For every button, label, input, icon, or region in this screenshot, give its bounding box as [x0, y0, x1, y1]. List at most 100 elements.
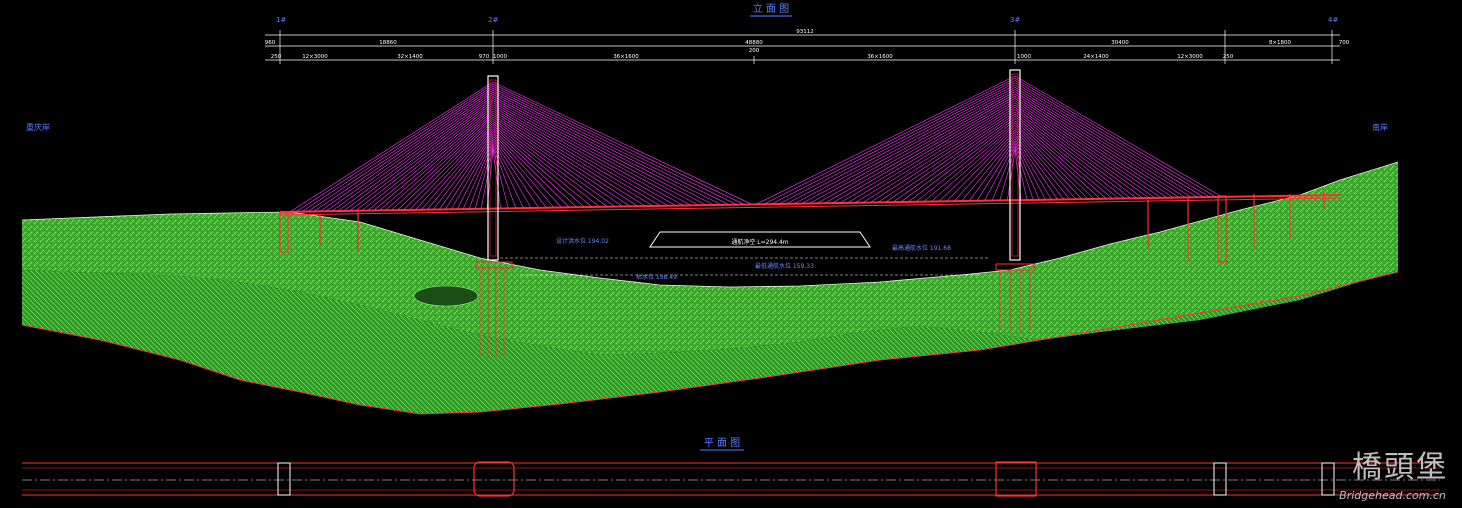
dim-sub-mid-0: 36×1600 — [613, 54, 639, 60]
stay-cable — [832, 98, 1016, 204]
pier-label-3: 3# — [1010, 16, 1020, 24]
stay-cable — [793, 86, 1016, 205]
stay-cable — [480, 147, 494, 209]
stay-cable — [492, 83, 745, 205]
dim-sub-right-2: 12×3000 — [1177, 54, 1203, 60]
stay-cable — [492, 102, 676, 206]
bridge-deck — [279, 194, 1341, 216]
dim-sub-left-3: 970 — [479, 54, 490, 60]
stay-cable — [492, 100, 684, 206]
dim-right-tail: 8×1800 — [1269, 40, 1292, 46]
stay-cable — [778, 82, 1016, 205]
stay-cable — [492, 114, 631, 207]
watermark-url: Bridgehead.com.cn — [1339, 489, 1446, 502]
stay-cable — [1014, 100, 1156, 199]
elevation-title: 立 面 图 — [753, 2, 789, 15]
dim-sub-mid-1: 200 — [749, 48, 760, 54]
stay-cable — [343, 100, 494, 212]
drawing-canvas: 通航净空 L=294.4m 设计洪水位 194.02 最高通航水位 191.68… — [0, 0, 1462, 504]
stay-cable — [908, 120, 1016, 203]
stay-cables — [289, 75, 1223, 213]
stay-cable — [1014, 84, 1198, 198]
stay-cable — [763, 77, 1016, 205]
stay-cable — [999, 147, 1016, 201]
stay-cable — [331, 96, 494, 212]
stay-cable — [1014, 91, 1180, 198]
stay-cable — [946, 131, 1016, 202]
stay-cable — [915, 122, 1016, 203]
dim-sub-right-3: 250 — [1223, 54, 1234, 60]
clearance-label: 通航净空 L=294.4m — [731, 238, 788, 246]
pier-label-4: 4# — [1328, 16, 1338, 24]
stay-cable — [492, 112, 638, 207]
dim-sub-left-4: 1000 — [493, 54, 507, 60]
stay-cable — [1007, 149, 1016, 201]
stay-cable — [492, 92, 715, 206]
dimension-text: 93112 18860 48880 30400 960 700 8×1800 2… — [265, 29, 1350, 60]
stay-cable — [492, 147, 509, 209]
stay-cable — [492, 89, 722, 206]
stay-cable — [492, 149, 501, 209]
stay-cable — [824, 95, 1016, 204]
stay-cable — [1014, 95, 1168, 199]
stay-cable — [1014, 113, 1119, 199]
plan-tower-right — [995, 461, 1037, 497]
design-flood-label: 设计洪水位 194.02 — [556, 237, 609, 245]
dim-left-end: 960 — [265, 40, 276, 46]
stay-cable — [1014, 102, 1150, 199]
stay-cable — [492, 125, 593, 208]
stay-cable — [492, 129, 577, 208]
low-water-label: 枯水位 158.49 — [636, 273, 677, 281]
stay-cable — [870, 109, 1016, 203]
navigation-low-label: 最低通航水位 159.33 — [755, 262, 814, 270]
stay-cable — [319, 92, 494, 212]
stay-cable — [289, 81, 494, 213]
stay-cable — [295, 83, 494, 212]
dim-sub-right-1: 24×1400 — [1083, 54, 1109, 60]
bridge-elevation-drawing: 通航净空 L=294.4m 设计洪水位 194.02 最高通航水位 191.68… — [21, 2, 1440, 497]
stay-cable — [961, 136, 1016, 202]
dim-span-3: 30400 — [1111, 40, 1129, 46]
dim-sub-left-2: 32×1400 — [397, 54, 423, 60]
stay-cable — [361, 106, 494, 211]
watermark-brand: 橋頭堡 — [1352, 450, 1448, 485]
plan-view — [22, 461, 1440, 497]
pier-markers: 1# 2# 3# 4# — [276, 16, 1338, 24]
pier-label-2: 2# — [488, 16, 498, 24]
stay-cable — [492, 87, 730, 206]
stay-cable — [1014, 143, 1040, 200]
stay-cable — [349, 102, 494, 212]
dim-sub-left-0: 250 — [271, 54, 282, 60]
plan-title: 平 面 图 — [704, 437, 740, 449]
stay-cable — [1014, 86, 1192, 198]
rock-lens — [413, 285, 479, 307]
dim-right-end: 700 — [1339, 40, 1350, 46]
plan-tower-left — [473, 461, 515, 497]
left-bank-label: 重庆岸 — [26, 122, 50, 132]
geology-layers — [21, 161, 1399, 415]
dim-sub-left-1: 12×3000 — [302, 54, 328, 60]
navigation-high-label: 最高通航水位 191.68 — [892, 244, 951, 252]
right-bank-label: 南岸 — [1372, 122, 1388, 132]
stay-cable — [492, 133, 562, 208]
stay-cable — [1014, 109, 1131, 199]
dim-span-1: 18860 — [379, 40, 397, 46]
stay-cable — [755, 75, 1016, 205]
stay-cable — [1014, 107, 1137, 199]
stay-cable — [1014, 136, 1058, 200]
stay-cable — [786, 84, 1016, 205]
water-level-lines — [500, 257, 990, 276]
pier-label-1: 1# — [276, 16, 286, 24]
dim-sub-mid-2: 36×1600 — [867, 54, 893, 60]
dim-sub-right-0: 1000 — [1017, 54, 1031, 60]
stay-cable — [444, 135, 494, 210]
dim-total: 93112 — [796, 29, 814, 35]
stay-cable — [492, 81, 753, 205]
navigation-clearance: 通航净空 L=294.4m — [649, 231, 871, 248]
stay-cable — [816, 93, 1016, 204]
stay-cable — [492, 98, 692, 206]
stay-cable — [492, 94, 707, 206]
stay-cable — [492, 118, 616, 207]
stay-cable — [301, 85, 494, 212]
dim-span-2: 48880 — [745, 40, 763, 46]
